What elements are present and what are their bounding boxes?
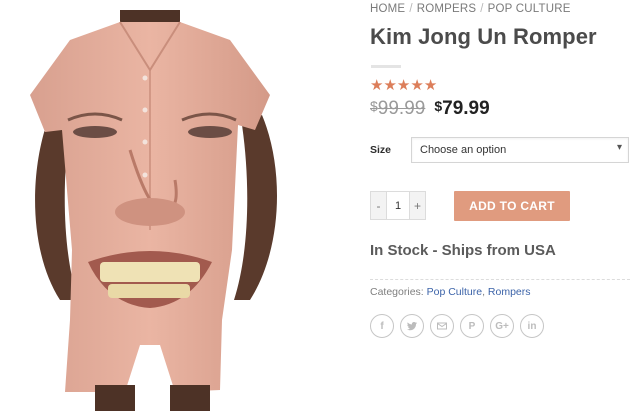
star-icon: ★ (396, 77, 411, 94)
regular-price: $99.99 (370, 98, 425, 120)
twitter-icon[interactable] (400, 314, 424, 338)
rating-stars: ★ ★ ★ ★ ★ (370, 78, 437, 93)
star-icon: ★ (383, 77, 397, 94)
star-icon: ★ (410, 77, 424, 94)
quantity-input[interactable]: 1 (387, 191, 409, 220)
currency-symbol: $ (370, 98, 378, 114)
share-icons: f P G+ in (370, 314, 544, 338)
breadcrumb-pop-culture[interactable]: POP CULTURE (488, 3, 571, 15)
breadcrumb-separator: / (409, 3, 413, 15)
product-summary: HOME / ROMPERS / POP CULTURE Kim Jong Un Rom… (370, 0, 634, 411)
product-title: Kim Jong Un Romper (370, 24, 597, 49)
price: $99.99 $79.99 (370, 98, 490, 120)
category-separator: , (482, 286, 485, 298)
linkedin-icon[interactable]: in (520, 314, 544, 338)
product-categories: Categories: Pop Culture, Rompers (370, 286, 531, 298)
category-link-pop-culture[interactable]: Pop Culture (427, 286, 482, 298)
regular-price-amount: 99.99 (377, 98, 426, 119)
sale-price: $79.99 (434, 98, 489, 120)
quantity-minus-button[interactable]: - (370, 191, 387, 220)
category-link-rompers[interactable]: Rompers (488, 286, 531, 298)
google-plus-icon[interactable]: G+ (490, 314, 514, 338)
facebook-icon[interactable]: f (370, 314, 394, 338)
star-icon: ★ (370, 77, 384, 94)
title-divider (371, 65, 401, 68)
size-select-value: Choose an option (420, 144, 507, 156)
breadcrumb-separator: / (480, 3, 484, 15)
pinterest-icon[interactable]: P (460, 314, 484, 338)
email-icon[interactable] (430, 314, 454, 338)
star-icon: ★ (423, 77, 438, 94)
chevron-down-icon: ▾ (616, 142, 622, 153)
product-image[interactable] (0, 0, 330, 411)
size-label: Size (370, 144, 392, 156)
breadcrumb-rompers[interactable]: ROMPERS (417, 3, 477, 15)
divider (370, 279, 630, 280)
breadcrumb-home[interactable]: HOME (370, 3, 405, 15)
add-to-cart-button[interactable]: ADD TO CART (454, 191, 570, 221)
breadcrumb: HOME / ROMPERS / POP CULTURE (370, 3, 571, 15)
size-select[interactable]: Choose an option ▾ (411, 137, 629, 163)
quantity-plus-button[interactable]: + (409, 191, 426, 220)
categories-label: Categories: (370, 286, 424, 298)
stock-status: In Stock - Ships from USA (370, 242, 556, 259)
currency-symbol: $ (434, 98, 443, 114)
quantity-stepper: - 1 + (370, 191, 426, 220)
sale-price-amount: 79.99 (442, 98, 490, 119)
